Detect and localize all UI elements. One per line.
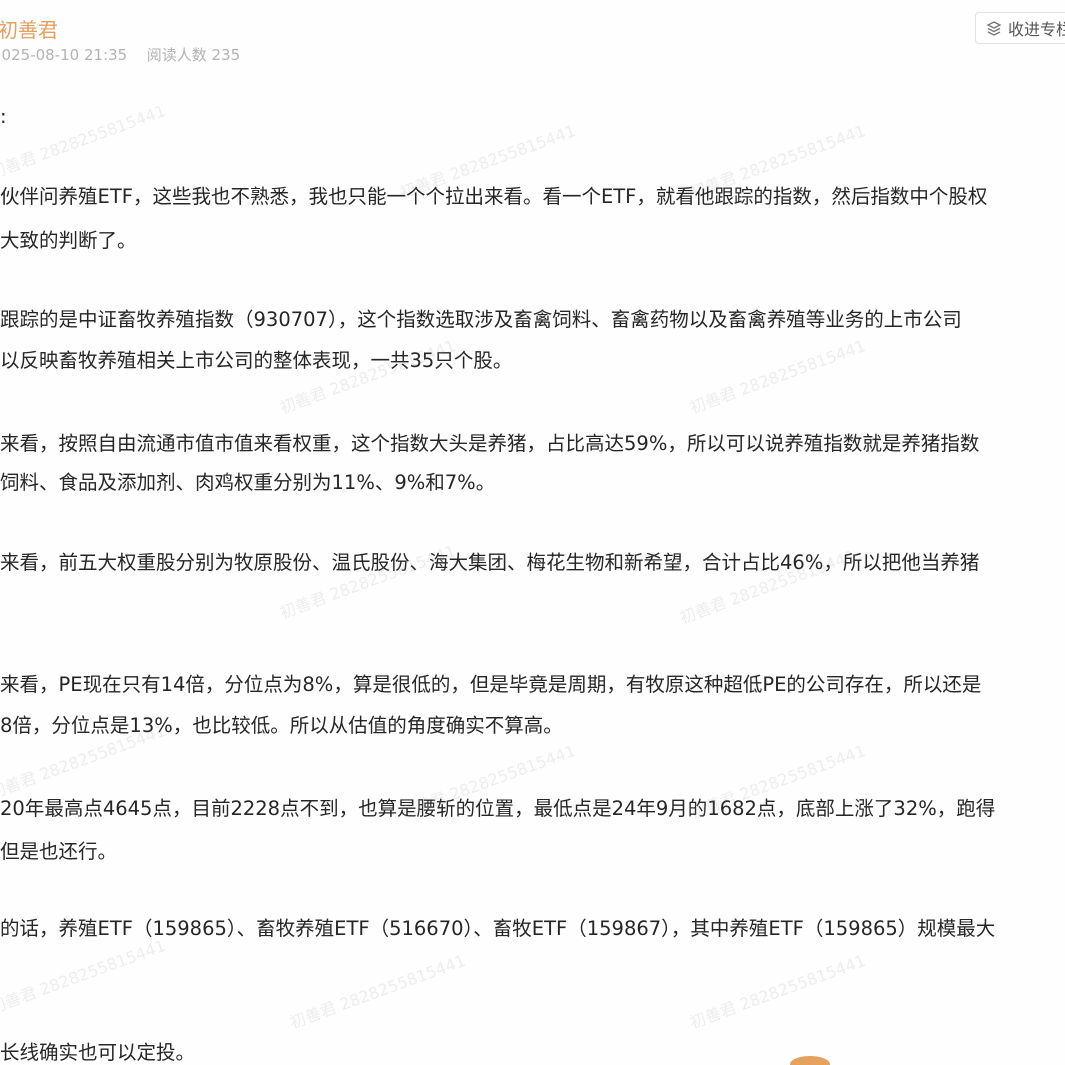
watermark: 初善君 2828255815441 <box>277 336 459 418</box>
article-line: 长线确实也可以定投。 <box>0 1041 196 1064</box>
article-line: 的话，养殖ETF（159865）、畜牧养殖ETF（516670）、畜牧ETF（1… <box>0 917 996 940</box>
collect-icon <box>986 21 1002 36</box>
watermark: 初善君 2828255815441 <box>687 336 869 418</box>
article-line: 饲料、食品及添加剂、肉鸡权重分别为11%、9%和7%。 <box>0 471 496 494</box>
watermark: 初善君 2828255815441 <box>687 951 869 1033</box>
watermark: 初善君 2828255815441 <box>0 101 169 183</box>
article-line: : <box>0 105 7 128</box>
finger-shape <box>790 1056 830 1065</box>
article-line: 8倍，分位点是13%，也比较低。所以从估值的角度确实不算高。 <box>0 714 563 737</box>
watermark: 初善君 2828255815441 <box>0 936 169 1018</box>
author-name[interactable]: 初善君 <box>0 14 58 43</box>
article-line: 以反映畜牧养殖相关上市公司的整体表现，一共35只个股。 <box>0 349 513 372</box>
article-line: 来看，按照自由流通市值市值来看权重，这个指数大头是养猪，占比高达59%，所以可以… <box>0 432 980 455</box>
article-line: 来看，PE现在只有14倍，分位点为8%，算是很低的，但是毕竟是周期，有牧原这种超… <box>0 673 982 696</box>
publish-date: 2025-08-10 21:35 <box>0 46 128 64</box>
article-page: 初善君 2025-08-10 21:35 阅读人数 235 收进专栏 : 伙伴问… <box>0 0 1065 1065</box>
watermark: 初善君 2828255815441 <box>287 951 469 1033</box>
article-line: 来看，前五大权重股分别为牧原股份、温氏股份、海大集团、梅花生物和新希望，合计占比… <box>0 551 980 574</box>
article-line: 伙伴问养殖ETF，这些我也不熟悉，我也只能一个个拉出来看。看一个ETF，就看他跟… <box>0 185 988 208</box>
read-count: 阅读人数 235 <box>146 46 241 64</box>
article-line: 跟踪的是中证畜牧养殖指数（930707），这个指数选取涉及畜禽饲料、畜禽药物以及… <box>0 308 962 331</box>
article-line: 但是也还行。 <box>0 840 118 863</box>
article-meta: 2025-08-10 21:35 阅读人数 235 <box>0 44 240 65</box>
article-line: 20年最高点4645点，目前2228点不到，也算是腰斩的位置，最低点是24年9月… <box>0 797 996 820</box>
article-line: 大致的判断了。 <box>0 229 137 252</box>
collect-to-column-button[interactable]: 收进专栏 <box>975 12 1065 44</box>
collect-label: 收进专栏 <box>1008 20 1065 39</box>
